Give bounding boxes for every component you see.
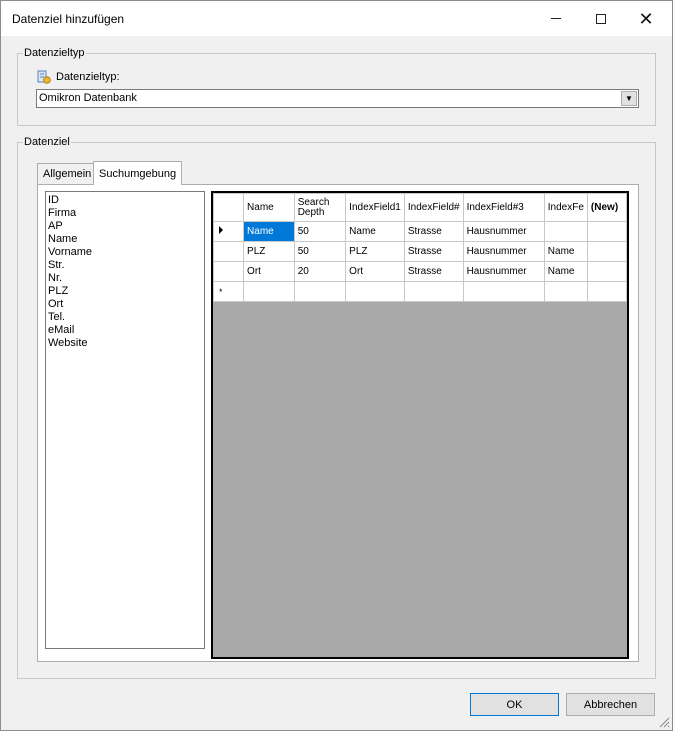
tab-allgemein-label: Allgemein bbox=[43, 168, 92, 180]
column-header-new[interactable]: (New) bbox=[586, 193, 627, 222]
new-row[interactable]: * bbox=[213, 281, 627, 302]
grid-cell[interactable] bbox=[543, 221, 588, 242]
datenzieltyp-group: Datenzieltyp bbox=[17, 47, 656, 126]
tab-suchumgebung[interactable]: Suchumgebung bbox=[93, 161, 183, 185]
column-header[interactable]: IndexField# bbox=[403, 193, 464, 222]
grid-corner-cell bbox=[213, 193, 245, 222]
grid-cell[interactable]: Ort bbox=[345, 261, 405, 282]
grid-cell[interactable]: PLZ bbox=[345, 241, 405, 262]
grid-header-row: Name Search Depth IndexField1 IndexField… bbox=[213, 193, 627, 222]
list-item[interactable]: Firma bbox=[48, 207, 202, 220]
datenziel-legend: Datenziel bbox=[24, 136, 70, 148]
grid-cell[interactable]: Strasse bbox=[403, 221, 464, 242]
table-row[interactable]: PLZ 50 PLZ Strasse Hausnummer Name bbox=[213, 241, 627, 262]
close-icon: ✕ bbox=[638, 8, 654, 29]
row-selector[interactable] bbox=[213, 221, 245, 242]
resize-grip-icon[interactable] bbox=[658, 716, 670, 728]
grid-cell[interactable] bbox=[403, 281, 464, 302]
datenzieltyp-label-row: Datenzieltyp: bbox=[37, 70, 120, 84]
grid-cell[interactable] bbox=[586, 261, 627, 282]
column-header[interactable]: IndexField1 bbox=[345, 193, 405, 222]
grid-cell[interactable]: Hausnummer bbox=[462, 241, 545, 262]
list-item[interactable]: eMail bbox=[48, 324, 202, 337]
tab-allgemein[interactable]: Allgemein bbox=[37, 163, 98, 184]
grid-cell[interactable] bbox=[293, 281, 347, 302]
list-item[interactable]: Nr. bbox=[48, 272, 202, 285]
maximize-button[interactable] bbox=[578, 1, 624, 36]
maximize-icon bbox=[596, 13, 606, 24]
grid-cell[interactable]: Name bbox=[543, 241, 588, 262]
grid-cell[interactable] bbox=[543, 281, 588, 302]
title-bar: Datenziel hinzufügen ✕ bbox=[1, 1, 672, 36]
chevron-down-icon[interactable]: ▼ bbox=[621, 91, 637, 106]
column-header[interactable]: IndexField#3 bbox=[462, 193, 545, 222]
datenzieltyp-combo-value: Omikron Datenbank bbox=[39, 92, 137, 104]
cancel-button[interactable]: Abbrechen bbox=[566, 693, 655, 716]
grid-cell[interactable]: Strasse bbox=[403, 261, 464, 282]
grid-cell[interactable]: Ort bbox=[243, 261, 295, 282]
new-row-selector[interactable]: * bbox=[213, 281, 245, 302]
list-item[interactable]: Str. bbox=[48, 259, 202, 272]
list-item[interactable]: AP bbox=[48, 220, 202, 233]
grid-cell[interactable]: Name bbox=[243, 221, 295, 242]
grid-cell[interactable] bbox=[586, 221, 627, 242]
row-selector[interactable] bbox=[213, 261, 245, 282]
window-title: Datenziel hinzufügen bbox=[12, 12, 125, 26]
list-item[interactable]: Ort bbox=[48, 298, 202, 311]
table-row[interactable]: Name 50 Name Strasse Hausnummer bbox=[213, 221, 627, 242]
grid-cell[interactable] bbox=[345, 281, 405, 302]
grid-cell[interactable]: 50 bbox=[293, 241, 347, 262]
row-pointer-icon bbox=[219, 226, 223, 234]
list-item[interactable]: ID bbox=[48, 194, 202, 207]
database-icon bbox=[37, 70, 51, 84]
grid-cell[interactable]: Hausnummer bbox=[462, 221, 545, 242]
grid-cell[interactable] bbox=[586, 281, 627, 302]
grid-cell[interactable]: Hausnummer bbox=[462, 261, 545, 282]
new-row-marker: * bbox=[219, 286, 223, 297]
datenzieltyp-label: Datenzieltyp: bbox=[56, 71, 120, 83]
column-header[interactable]: IndexFe bbox=[543, 193, 588, 222]
grid-cell[interactable] bbox=[462, 281, 545, 302]
grid-cell[interactable]: Strasse bbox=[403, 241, 464, 262]
list-item[interactable]: Website bbox=[48, 337, 202, 350]
grid-cell[interactable] bbox=[586, 241, 627, 262]
list-item[interactable]: PLZ bbox=[48, 285, 202, 298]
datenzieltyp-legend: Datenzieltyp bbox=[24, 47, 85, 59]
table-row[interactable]: Ort 20 Ort Strasse Hausnummer Name bbox=[213, 261, 627, 282]
grid-cell[interactable]: PLZ bbox=[243, 241, 295, 262]
minimize-icon bbox=[551, 18, 561, 19]
search-grid[interactable]: Name Search Depth IndexField1 IndexField… bbox=[211, 191, 629, 659]
list-item[interactable]: Name bbox=[48, 233, 202, 246]
close-button[interactable]: ✕ bbox=[623, 1, 669, 36]
column-header[interactable]: Name bbox=[243, 193, 295, 222]
search-grid-table: Name Search Depth IndexField1 IndexField… bbox=[213, 193, 627, 302]
grid-cell[interactable]: 50 bbox=[293, 221, 347, 242]
grid-cell[interactable]: 20 bbox=[293, 261, 347, 282]
minimize-button[interactable] bbox=[533, 1, 579, 36]
list-item[interactable]: Vorname bbox=[48, 246, 202, 259]
column-header[interactable]: Search Depth bbox=[293, 193, 347, 222]
grid-cell[interactable] bbox=[243, 281, 295, 302]
list-item[interactable]: Tel. bbox=[48, 311, 202, 324]
field-list[interactable]: ID Firma AP Name Vorname Str. Nr. PLZ Or… bbox=[45, 191, 205, 649]
dialog-window: Datenziel hinzufügen ✕ Datenzieltyp Date… bbox=[0, 0, 673, 731]
grid-cell[interactable]: Name bbox=[543, 261, 588, 282]
ok-button[interactable]: OK bbox=[470, 693, 559, 716]
row-selector[interactable] bbox=[213, 241, 245, 262]
grid-cell[interactable]: Name bbox=[345, 221, 405, 242]
datenzieltyp-combobox[interactable]: Omikron Datenbank ▼ bbox=[36, 89, 639, 108]
tab-suchumgebung-label: Suchumgebung bbox=[99, 167, 177, 180]
